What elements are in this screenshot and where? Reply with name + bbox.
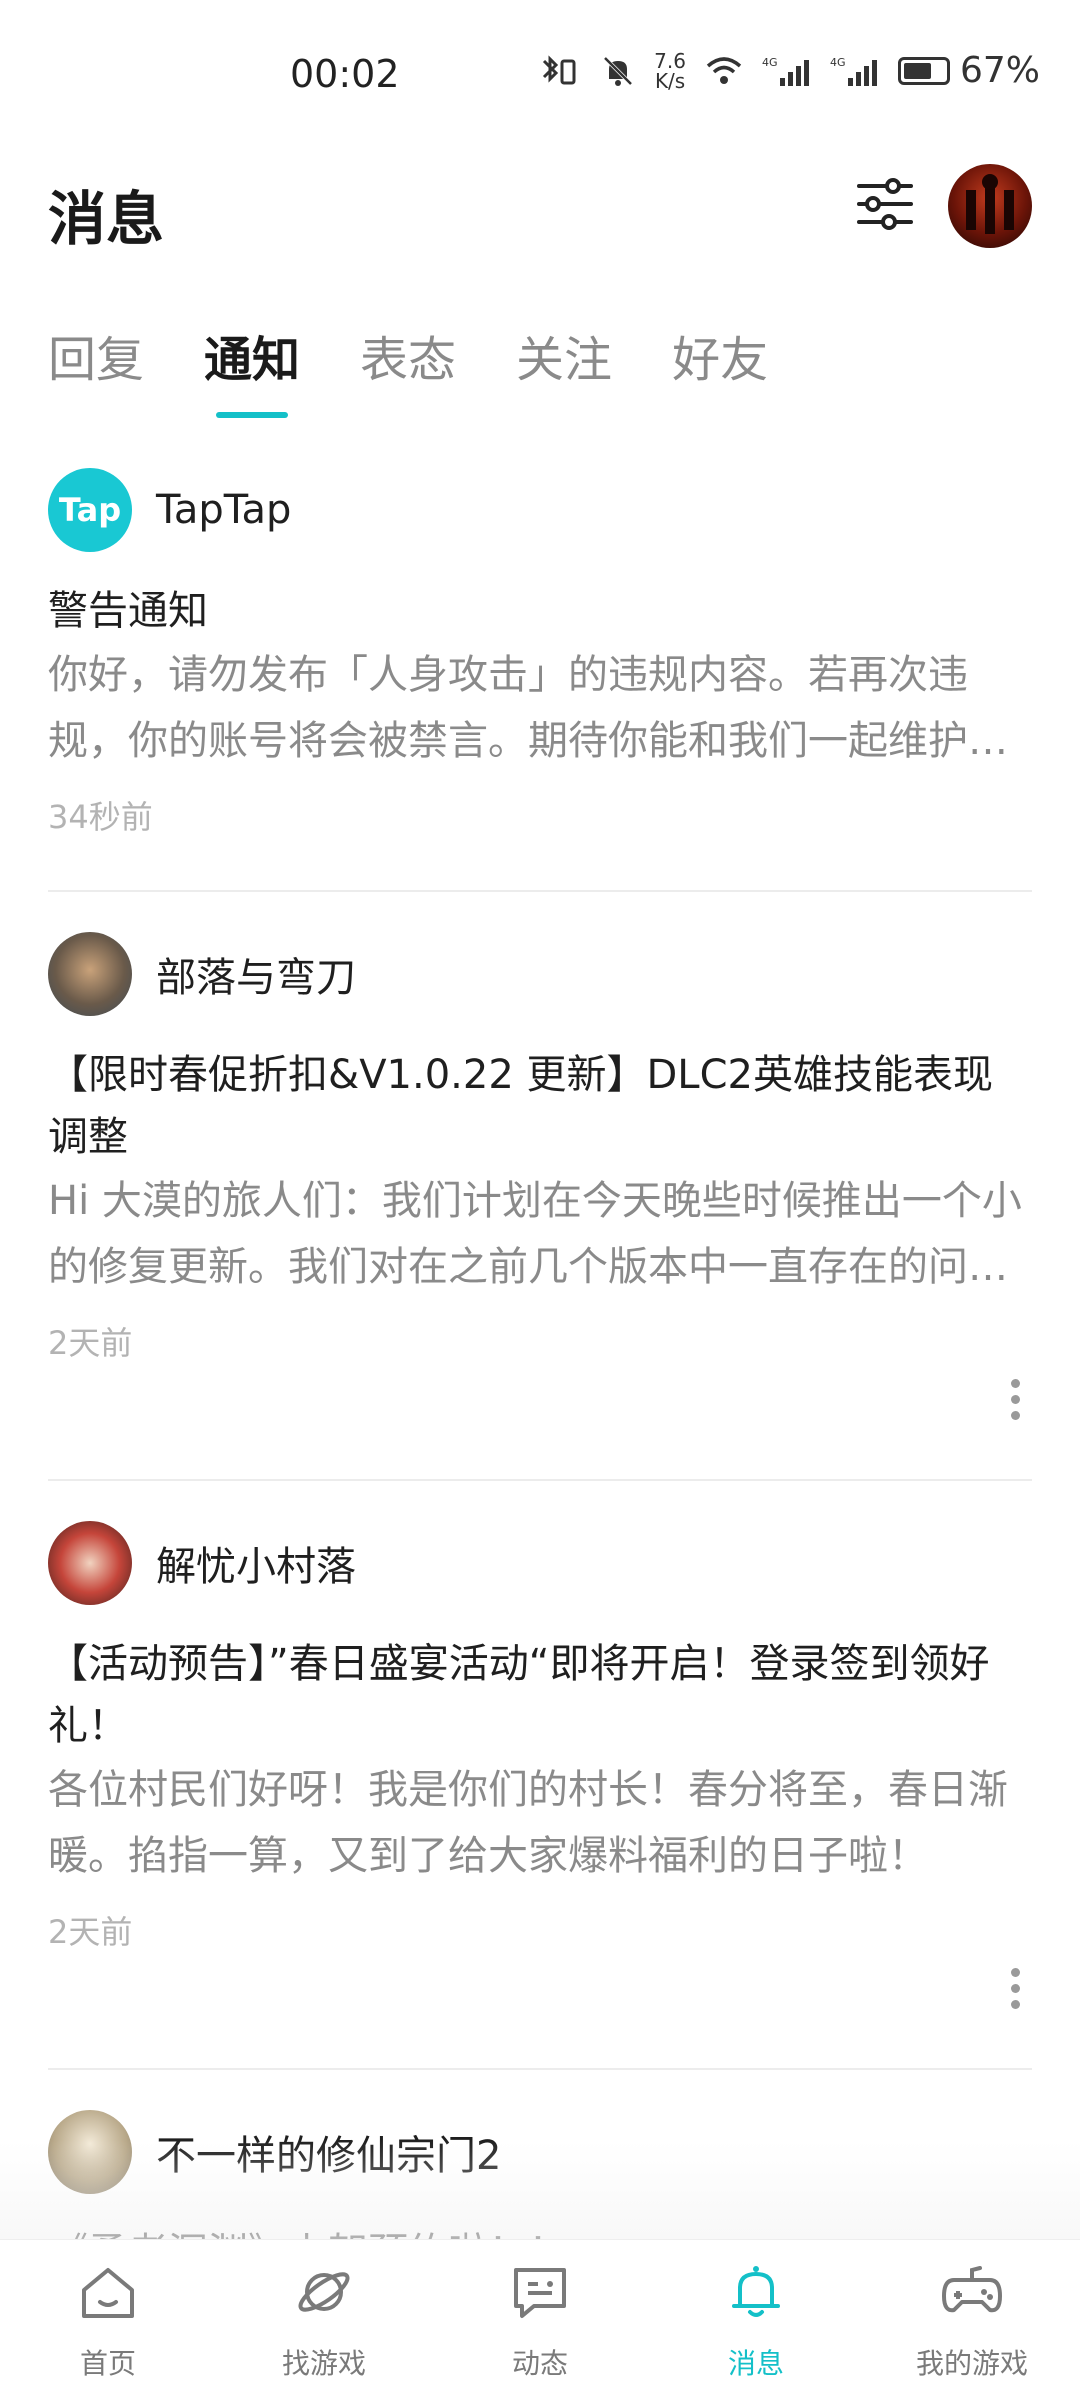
chat-icon xyxy=(514,2268,566,2318)
message-header: 解忧小村落 xyxy=(48,1513,1032,1613)
message-time: 2天前 xyxy=(48,1324,133,1362)
list-item[interactable]: Tap TapTap 警告通知 你好，请勿发布「人身攻击」的违规内容。若再次违规… xyxy=(48,460,1032,892)
message-time: 34秒前 xyxy=(48,798,153,836)
game-avatar[interactable] xyxy=(48,932,132,1016)
network-speed-unit: K/s xyxy=(654,68,686,93)
nav-label: 首页 xyxy=(79,2347,136,2380)
message-header: Tap TapTap xyxy=(48,460,1032,560)
user-avatar-image xyxy=(966,174,1014,234)
page-header: 消息 xyxy=(48,160,1032,260)
nav-label: 消息 xyxy=(727,2347,784,2380)
more-options-icon[interactable] xyxy=(1010,1968,1020,2009)
battery-percent: 67% xyxy=(959,50,1040,91)
game-avatar[interactable] xyxy=(48,2110,132,2194)
taptap-logo-text: Tap xyxy=(58,491,122,529)
network-speed-value: 7.6 xyxy=(654,48,686,73)
message-header: 不一样的修仙宗门2 xyxy=(48,2102,1032,2202)
nav-label: 找游戏 xyxy=(281,2347,366,2380)
filter-settings-icon[interactable] xyxy=(853,172,917,236)
battery-fill xyxy=(903,62,931,79)
tab-friends[interactable]: 好友 xyxy=(672,320,768,420)
page-title: 消息 xyxy=(48,185,165,253)
bell-icon xyxy=(732,2266,780,2317)
message-tabs: 回复 通知 表态 关注 好友 xyxy=(48,320,828,420)
status-time: 00:02 xyxy=(290,52,400,96)
home-icon xyxy=(82,2268,134,2318)
nav-messages[interactable]: 消息 xyxy=(648,2240,864,2400)
signal-4g-icon-2: 4G xyxy=(830,56,877,86)
signal-4g-icon: 4G xyxy=(762,56,809,86)
nav-home[interactable]: 首页 xyxy=(0,2240,216,2400)
message-time: 2天前 xyxy=(48,1913,133,1951)
message-title: 【活动预告】”春日盛宴活动“即将开启！登录签到领好礼！ xyxy=(48,1641,990,1749)
sender-name[interactable]: TapTap xyxy=(156,487,291,533)
message-title: 【限时春促折扣&V1.0.22 更新】DLC2英雄技能表现调整 xyxy=(48,1052,993,1160)
network-speed: 7.6 K/s xyxy=(654,51,686,91)
message-header: 部落与弯刀 xyxy=(48,924,1032,1024)
nav-label: 我的游戏 xyxy=(915,2347,1028,2380)
message-preview: 你好，请勿发布「人身攻击」的违规内容。若再次违规，你的账号将会被禁言。期待你能和… xyxy=(48,652,1008,764)
battery-icon xyxy=(897,56,950,85)
bluetooth-vibrate-icon xyxy=(543,54,576,84)
svg-text:4G: 4G xyxy=(830,56,846,69)
svg-text:4G: 4G xyxy=(762,56,778,69)
nav-my-games[interactable]: 我的游戏 xyxy=(864,2240,1080,2400)
notification-list: Tap TapTap 警告通知 你好，请勿发布「人身攻击」的违规内容。若再次违规… xyxy=(48,460,1032,2284)
message-preview: Hi 大漠的旅人们：我们计划在今天晚些时候推出一个小的修复更新。我们对在之前几个… xyxy=(48,1178,1022,1290)
tab-reactions[interactable]: 表态 xyxy=(360,320,456,420)
bottom-navigation: 首页 找游戏 动态 消息 我的游戏 xyxy=(0,2239,1080,2400)
battery: 67% xyxy=(897,50,1040,91)
list-item[interactable]: 部落与弯刀 【限时春促折扣&V1.0.22 更新】DLC2英雄技能表现调整 Hi… xyxy=(48,924,1032,1481)
sender-name[interactable]: 部落与弯刀 xyxy=(156,945,356,1003)
mute-bell-icon xyxy=(603,56,633,86)
tab-notifications[interactable]: 通知 xyxy=(204,320,300,420)
message-preview: 各位村民们好呀！我是你们的村长！春分将至，春日渐暖。掐指一算，又到了给大家爆料福… xyxy=(48,1767,1008,1879)
tab-reply[interactable]: 回复 xyxy=(48,320,144,420)
game-avatar[interactable] xyxy=(48,1521,132,1605)
tab-follows[interactable]: 关注 xyxy=(516,320,612,420)
wifi-icon xyxy=(706,56,742,84)
sender-name[interactable]: 不一样的修仙宗门2 xyxy=(156,2123,501,2181)
list-item[interactable]: 解忧小村落 【活动预告】”春日盛宴活动“即将开启！登录签到领好礼！ 各位村民们好… xyxy=(48,1513,1032,2070)
message-title: 警告通知 xyxy=(48,588,208,634)
taptap-avatar[interactable]: Tap xyxy=(48,468,132,552)
nav-label: 动态 xyxy=(511,2347,568,2380)
status-icons: 7.6 K/s 4G 4G 67% xyxy=(536,50,1040,91)
user-avatar[interactable] xyxy=(948,164,1032,248)
nav-find-games[interactable]: 找游戏 xyxy=(216,2240,432,2400)
planet-icon xyxy=(298,2272,350,2312)
status-bar: 00:02 7.6 K/s 4G 4G 67% xyxy=(0,0,1080,140)
nav-feed[interactable]: 动态 xyxy=(432,2240,648,2400)
gamepad-icon xyxy=(942,2266,1002,2313)
sender-name[interactable]: 解忧小村落 xyxy=(156,1534,356,1592)
more-options-icon[interactable] xyxy=(1010,1379,1020,1420)
